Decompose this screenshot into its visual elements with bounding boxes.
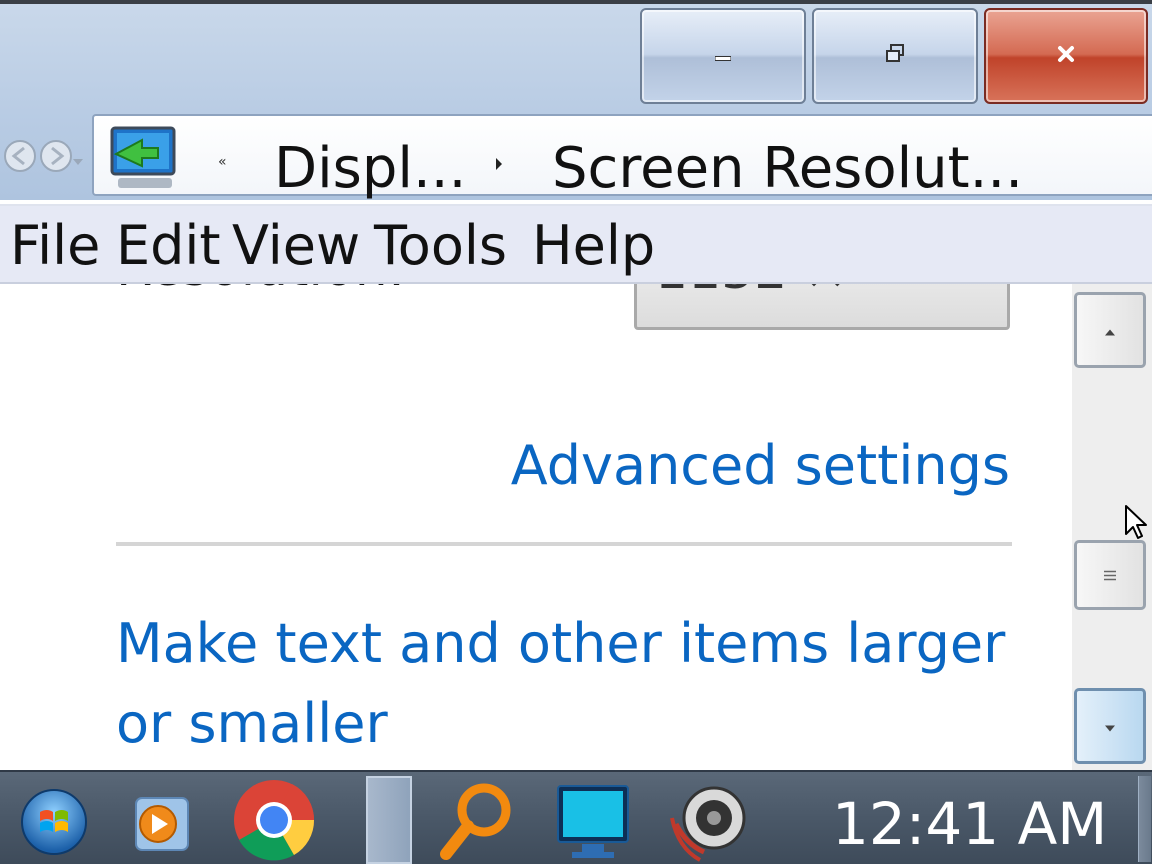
minimize-button[interactable] <box>640 8 806 104</box>
breadcrumb-screen-resolution[interactable]: Screen Resolut... <box>552 136 1023 201</box>
restore-button[interactable] <box>812 8 978 104</box>
menu-tools[interactable]: Tools <box>374 214 507 277</box>
arrow-down-icon <box>1105 717 1115 736</box>
display-settings-icon <box>108 124 180 194</box>
screen-resolution-panel: Resolution: 1152 × Advanced settings Mak… <box>0 284 1072 770</box>
mouse-pointer-icon <box>1124 504 1148 540</box>
menu-file[interactable]: File <box>10 214 100 277</box>
address-bar[interactable]: « Displ... Screen Resolut... <box>92 114 1152 201</box>
system-clock[interactable]: 12:41 AM <box>832 790 1107 858</box>
start-button[interactable] <box>18 778 90 862</box>
show-desktop-button[interactable] <box>1138 776 1151 862</box>
resolution-dropdown[interactable]: 1152 × <box>634 284 1010 330</box>
display-icon[interactable] <box>552 778 634 862</box>
arrow-up-icon <box>1105 321 1115 340</box>
speaker-icon[interactable] <box>668 778 750 862</box>
chrome-icon[interactable] <box>232 778 318 862</box>
menu-edit[interactable]: Edit <box>116 214 221 277</box>
minimize-icon <box>714 47 732 66</box>
menu-view[interactable]: View <box>232 214 360 277</box>
restore-icon <box>885 44 905 68</box>
resolution-value: 1152 × <box>655 284 847 301</box>
divider <box>116 542 1012 546</box>
taskbar: 12:41 AM <box>0 770 1152 864</box>
window-titlebar: « Displ... Screen Resolut... <box>0 0 1152 201</box>
scroll-down-button[interactable] <box>1074 688 1146 764</box>
scroll-thumb[interactable] <box>1074 540 1146 610</box>
forward-button[interactable] <box>38 138 74 174</box>
grip-icon <box>1104 566 1116 585</box>
advanced-settings-link[interactable]: Advanced settings <box>511 434 1010 497</box>
search-magnifier-icon[interactable] <box>436 778 516 862</box>
menu-bar: File Edit View Tools Help <box>0 204 1152 284</box>
close-icon <box>1057 45 1075 67</box>
close-button[interactable] <box>984 8 1148 104</box>
resolution-label: Resolution: <box>116 284 405 298</box>
scroll-up-button[interactable] <box>1074 292 1146 368</box>
windows-media-player-icon[interactable] <box>128 778 200 862</box>
breadcrumb-display[interactable]: Displ... <box>274 136 466 201</box>
recent-pages-dropdown-icon[interactable] <box>72 152 84 165</box>
taskbar-divider <box>366 776 412 864</box>
overflow-chevron[interactable]: « <box>218 154 227 170</box>
menu-help[interactable]: Help <box>532 214 655 277</box>
breadcrumb-separator-icon[interactable] <box>496 158 502 170</box>
back-button[interactable] <box>2 138 38 174</box>
text-size-link[interactable]: Make text and other items larger or smal… <box>116 604 1016 764</box>
